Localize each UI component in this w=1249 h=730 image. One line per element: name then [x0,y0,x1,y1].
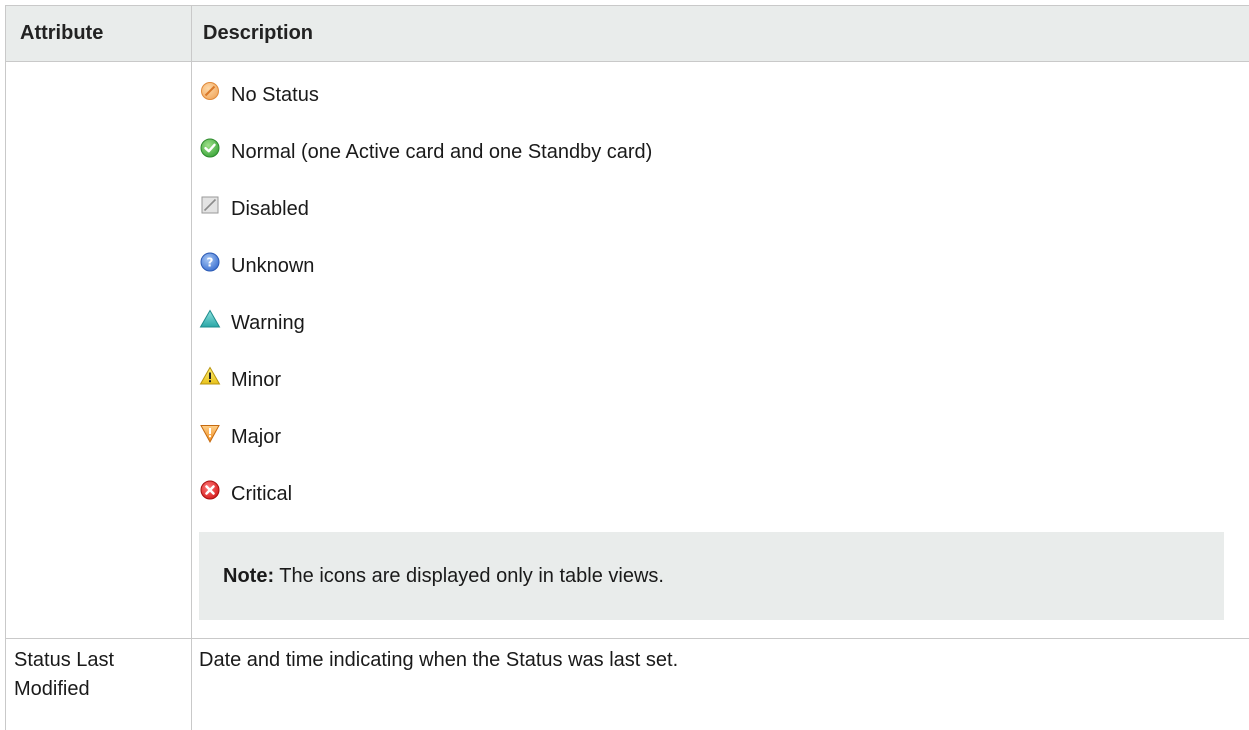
status-item-disabled: Disabled [199,194,309,224]
disabled-icon [199,194,221,216]
no-status-icon [199,80,221,102]
table-header-row: Attribute Description [6,6,1249,62]
note-label: Note: [223,565,275,587]
header-attribute: Attribute [20,22,104,44]
unknown-icon: ? [199,251,221,273]
status-label: No Status [231,83,319,106]
major-icon [199,422,221,444]
status-item-unknown: ? Unknown [199,251,314,281]
svg-text:?: ? [207,256,214,270]
status-label: Disabled [231,197,309,220]
status-label: Warning [231,311,305,334]
status-label: Unknown [231,254,315,277]
status-item-no-status: No Status [199,80,319,110]
note-body: The icons are displayed only in table vi… [274,565,664,587]
status-label: Critical [231,482,293,505]
minor-icon [199,365,221,387]
critical-icon [199,479,221,501]
status-label: Normal (one Active card and one Standby … [231,140,653,163]
normal-icon [199,137,221,159]
attribute-table: Attribute Description [5,5,1249,730]
status-item-normal: Normal (one Active card and one Standby … [199,137,652,167]
header-description: Description [203,22,314,44]
status-item-warning: Warning [199,308,305,338]
row-divider [6,638,1249,639]
status-item-major: Major [199,422,281,452]
column-divider [191,6,192,730]
status-label: Major [231,425,282,448]
attribute-status-last-modified: Status Last Modified [14,649,115,700]
status-item-minor: Minor [199,365,281,395]
status-label: Minor [231,368,282,391]
description-status-last-modified: Date and time indicating when the Status… [199,649,679,671]
note-box: Note: The icons are displayed only in ta… [199,532,1224,620]
warning-icon [199,308,221,330]
status-item-critical: Critical [199,479,292,509]
note-text: Note: The icons are displayed only in ta… [223,532,664,620]
